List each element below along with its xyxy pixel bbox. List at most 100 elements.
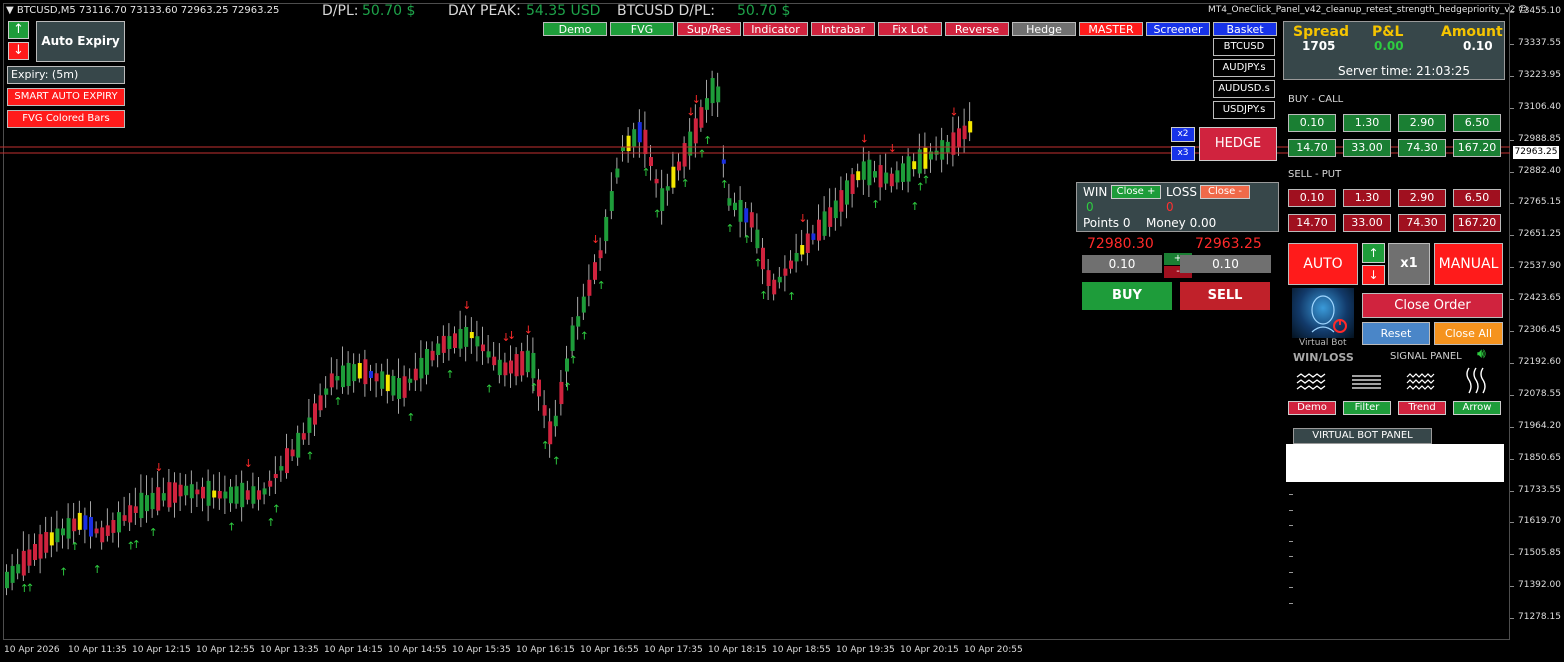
sell-signal-arrow: ↓ xyxy=(692,93,701,106)
robot-head-icon xyxy=(1311,295,1347,333)
signal-panel-label: SIGNAL PANEL xyxy=(1390,351,1462,362)
buy-signal-arrow: ↑ xyxy=(485,383,494,396)
candle-body xyxy=(16,564,21,574)
buy-signal-arrow: ↑ xyxy=(681,177,690,190)
sell-put-amount-button[interactable]: 74.30 xyxy=(1398,214,1446,232)
buy-signal-arrow: ↑ xyxy=(552,454,561,467)
candle-body xyxy=(189,484,194,499)
toolbar-basket-button[interactable]: Basket xyxy=(1213,22,1277,36)
price-tick-label: 73223.95 xyxy=(1518,69,1561,80)
toolbar-fix-lot-button[interactable]: Fix Lot xyxy=(878,22,942,36)
buy-call-amount-button[interactable]: 74.30 xyxy=(1398,139,1446,157)
symbol-audjpy-button[interactable]: AUDJPY.s xyxy=(1213,59,1275,77)
log-dash xyxy=(1289,509,1293,511)
toolbar-reverse-button[interactable]: Reverse xyxy=(945,22,1009,36)
sell-put-amount-button[interactable]: 14.70 xyxy=(1288,214,1336,232)
buy-signal-arrow: ↑ xyxy=(25,582,34,595)
filter-trend-button[interactable]: Trend xyxy=(1398,401,1446,415)
hedge-x3-button[interactable]: x3 xyxy=(1171,146,1195,161)
toolbar-sup-res-button[interactable]: Sup/Res xyxy=(677,22,741,36)
fvg-colored-bars-button[interactable]: FVG Colored Bars xyxy=(7,110,125,128)
toolbar-hedge-button[interactable]: Hedge xyxy=(1012,22,1076,36)
buy-call-amount-button[interactable]: 0.10 xyxy=(1288,114,1336,132)
wave-zigzag-alt-icon[interactable] xyxy=(1406,372,1438,392)
candle-body xyxy=(441,335,446,353)
buy-signal-arrow: ↑ xyxy=(70,540,79,553)
filter-arrow-button[interactable]: Arrow xyxy=(1453,401,1501,415)
filter-demo-button[interactable]: Demo xyxy=(1288,401,1336,415)
close-order-button[interactable]: Close Order xyxy=(1362,293,1503,318)
multiplier-display[interactable]: x1 xyxy=(1388,243,1430,285)
candle-body xyxy=(156,487,161,511)
price-tick-label: 71964.20 xyxy=(1518,420,1561,431)
symbol-audusd-button[interactable]: AUDUSD.s xyxy=(1213,80,1275,98)
buy-call-amount-button[interactable]: 2.90 xyxy=(1398,114,1446,132)
sell-put-amount-button[interactable]: 33.00 xyxy=(1343,214,1391,232)
virtual-bot-panel-tab[interactable]: VIRTUAL BOT PANEL xyxy=(1293,428,1432,444)
candle-body xyxy=(867,159,872,186)
sell-put-amount-button[interactable]: 6.50 xyxy=(1453,189,1501,207)
symbol-usdjpy-button[interactable]: USDJPY.s xyxy=(1213,101,1275,119)
lot-field-right[interactable]: 0.10 xyxy=(1180,255,1271,273)
candle-body xyxy=(296,432,301,458)
virtual-bot-image[interactable] xyxy=(1292,288,1354,338)
candle-body xyxy=(357,363,362,379)
candle-body xyxy=(716,86,721,103)
close-all-button[interactable]: Close All xyxy=(1434,322,1503,345)
speaker-icon[interactable]: 🔊︎ xyxy=(1477,346,1486,362)
candle-body xyxy=(637,122,642,143)
wave-zigzag-icon[interactable] xyxy=(1296,372,1328,392)
sell-signal-arrow: ↓ xyxy=(888,142,897,155)
win-count: 0 xyxy=(1086,200,1094,214)
manual-button[interactable]: MANUAL xyxy=(1434,243,1503,285)
buy-button[interactable]: BUY xyxy=(1082,282,1172,310)
sell-put-amount-button[interactable]: 2.90 xyxy=(1398,189,1446,207)
hedge-button[interactable]: HEDGE xyxy=(1199,127,1277,161)
toolbar-fvg-button[interactable]: FVG xyxy=(610,22,674,36)
sell-put-amount-button[interactable]: 0.10 xyxy=(1288,189,1336,207)
expiry-down-button[interactable]: ↓ xyxy=(8,42,29,60)
sell-put-amount-button[interactable]: 1.30 xyxy=(1343,189,1391,207)
toolbar-demo-button[interactable]: Demo xyxy=(543,22,607,36)
close-minus-button[interactable]: Close - xyxy=(1200,185,1250,199)
multiplier-up-button[interactable]: ↑ xyxy=(1362,243,1385,263)
flat-lines-icon[interactable] xyxy=(1351,372,1383,392)
sell-signal-arrow: ↓ xyxy=(591,233,600,246)
expiry-up-button[interactable]: ↑ xyxy=(8,21,29,39)
multiplier-down-button[interactable]: ↓ xyxy=(1362,265,1385,285)
hedge-x2-button[interactable]: x2 xyxy=(1171,127,1195,142)
toolbar-screener-button[interactable]: Screener xyxy=(1146,22,1210,36)
sell-signal-arrow: ↓ xyxy=(244,457,253,470)
auto-expiry-button[interactable]: Auto Expiry xyxy=(36,21,125,62)
filter-filter-button[interactable]: Filter xyxy=(1343,401,1391,415)
buy-call-amount-button[interactable]: 167.20 xyxy=(1453,139,1501,157)
smart-auto-expiry-button[interactable]: SMART AUTO EXPIRY xyxy=(7,88,125,106)
sell-button[interactable]: SELL xyxy=(1180,282,1270,310)
virtual-bot-label: Virtual Bot xyxy=(1299,338,1347,348)
toolbar-indicator-button[interactable]: Indicator xyxy=(743,22,808,36)
candle-body xyxy=(251,486,256,504)
buy-call-amount-button[interactable]: 1.30 xyxy=(1343,114,1391,132)
auto-button[interactable]: AUTO xyxy=(1288,243,1358,285)
close-plus-button[interactable]: Close + xyxy=(1111,185,1161,199)
symbol-btcusd-button[interactable]: BTCUSD xyxy=(1213,38,1275,56)
candle-body xyxy=(324,388,329,395)
candle-body xyxy=(402,376,407,398)
sell-signal-arrow: ↓ xyxy=(507,329,516,342)
toolbar-intrabar-button[interactable]: Intrabar xyxy=(811,22,875,36)
expiry-field[interactable]: Expiry: (5m) xyxy=(7,66,125,84)
buy-signal-arrow: ↑ xyxy=(653,208,662,221)
buy-signal-arrow: ↑ xyxy=(93,563,102,576)
toolbar-master-button[interactable]: MASTER xyxy=(1079,22,1143,36)
vertical-waves-icon[interactable] xyxy=(1463,366,1491,396)
time-tick-label: 10 Apr 19:35 xyxy=(836,645,895,655)
sell-put-amount-button[interactable]: 167.20 xyxy=(1453,214,1501,232)
price-tick-label: 71392.00 xyxy=(1518,580,1561,591)
reset-button[interactable]: Reset xyxy=(1362,322,1430,345)
buy-call-amount-button[interactable]: 6.50 xyxy=(1453,114,1501,132)
candle-body xyxy=(598,250,603,259)
price-tick xyxy=(1510,586,1514,588)
buy-call-amount-button[interactable]: 33.00 xyxy=(1343,139,1391,157)
lot-field-left[interactable]: 0.10 xyxy=(1082,255,1162,273)
buy-call-amount-button[interactable]: 14.70 xyxy=(1288,139,1336,157)
